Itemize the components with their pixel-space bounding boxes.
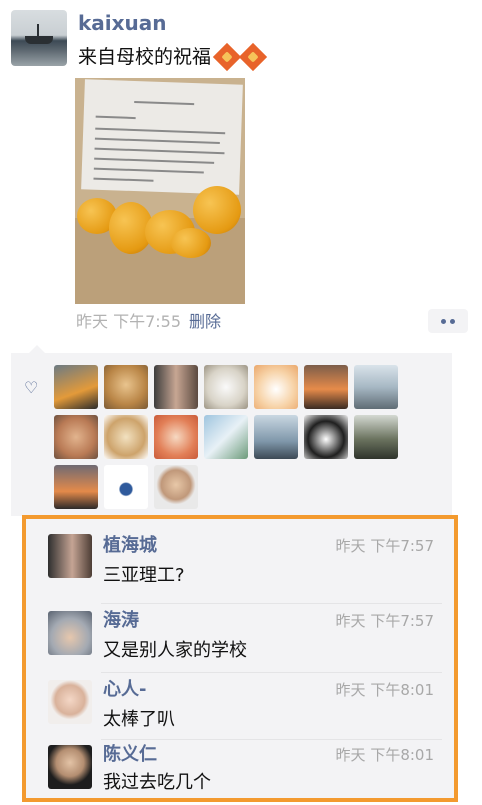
dot-icon [450,318,455,324]
commenter-avatar[interactable] [48,611,92,655]
commenter-avatar[interactable] [48,534,92,578]
liker-avatar[interactable] [254,365,298,409]
mango [171,228,211,258]
liker-avatar[interactable] [154,465,198,509]
comment-row: 海涛 昨天 下午7:57 又是别人家的学校 [26,603,454,673]
liker-avatar[interactable] [104,365,148,409]
comment-divider [101,672,442,673]
avatar-boat [25,36,53,44]
commenter-name[interactable]: 植海城 [103,534,157,558]
liker-avatar[interactable] [354,415,398,459]
liker-avatar[interactable] [104,465,148,509]
comment-time: 昨天 下午8:01 [335,681,434,699]
fu-emoji-icon [238,42,268,72]
liker-avatar[interactable] [204,365,248,409]
letter-line [94,147,225,155]
comment-text[interactable]: 我过去吃几个 [103,771,211,795]
liker-avatar[interactable] [304,365,348,409]
liker-avatar[interactable] [304,415,348,459]
comment-text[interactable]: 太棒了叭 [103,708,175,732]
comment-row: 心人- 昨天 下午8:01 太棒了叭 [26,672,454,742]
post-text: 来自母校的祝福 [78,42,268,72]
comment-text[interactable]: 又是别人家的学校 [103,639,247,663]
post-meta: 昨天 下午7:55 删除 [76,311,221,333]
commenter-avatar[interactable] [48,745,92,789]
commenter-name[interactable]: 海涛 [103,609,139,633]
commenter-avatar[interactable] [48,680,92,724]
letter-line [94,157,215,164]
author-avatar[interactable] [11,10,67,66]
comment-text[interactable]: 三亚理工? [103,564,185,588]
liker-avatar[interactable] [104,415,148,459]
post-text-content: 来自母校的祝福 [78,46,212,68]
post-photo[interactable] [75,78,245,304]
comment-time: 昨天 下午7:57 [335,537,434,555]
commenter-name[interactable]: 陈义仁 [103,743,157,767]
letter-line [95,127,226,135]
letter-line [94,137,220,145]
delete-link[interactable]: 删除 [189,312,221,331]
post-time: 昨天 下午7:55 [76,312,182,331]
letter-line [134,101,195,106]
letter-line [95,115,136,120]
liker-avatar[interactable] [154,415,198,459]
photo-letter [81,79,243,195]
liker-avatar[interactable] [254,415,298,459]
heart-outline-icon: ♡ [24,378,39,397]
liker-avatar[interactable] [54,365,98,409]
comment-divider [101,739,442,740]
liker-avatar[interactable] [54,465,98,509]
fu-emoji-icon [212,42,242,72]
comments-section: 植海城 昨天 下午7:57 三亚理工? 海涛 昨天 下午7:57 又是别人家的学… [22,515,458,802]
comment-time: 昨天 下午8:01 [335,746,434,764]
comment-time: 昨天 下午7:57 [335,612,434,630]
commenter-name[interactable]: 心人- [103,678,146,702]
mango [193,186,241,234]
comment-row: 植海城 昨天 下午7:57 三亚理工? [26,534,454,604]
dot-icon [441,318,446,324]
liker-avatar[interactable] [54,415,98,459]
comment-row: 陈义仁 昨天 下午8:01 我过去吃几个 [26,739,454,799]
likes-panel: ♡ [11,345,452,516]
liker-avatar[interactable] [154,365,198,409]
comment-divider [101,603,442,604]
author-name[interactable]: kaixuan [78,10,167,36]
more-actions-button[interactable] [428,309,468,333]
letter-line [93,167,204,174]
letter-line [93,177,154,182]
liker-avatar[interactable] [204,415,248,459]
liker-avatar[interactable] [354,365,398,409]
